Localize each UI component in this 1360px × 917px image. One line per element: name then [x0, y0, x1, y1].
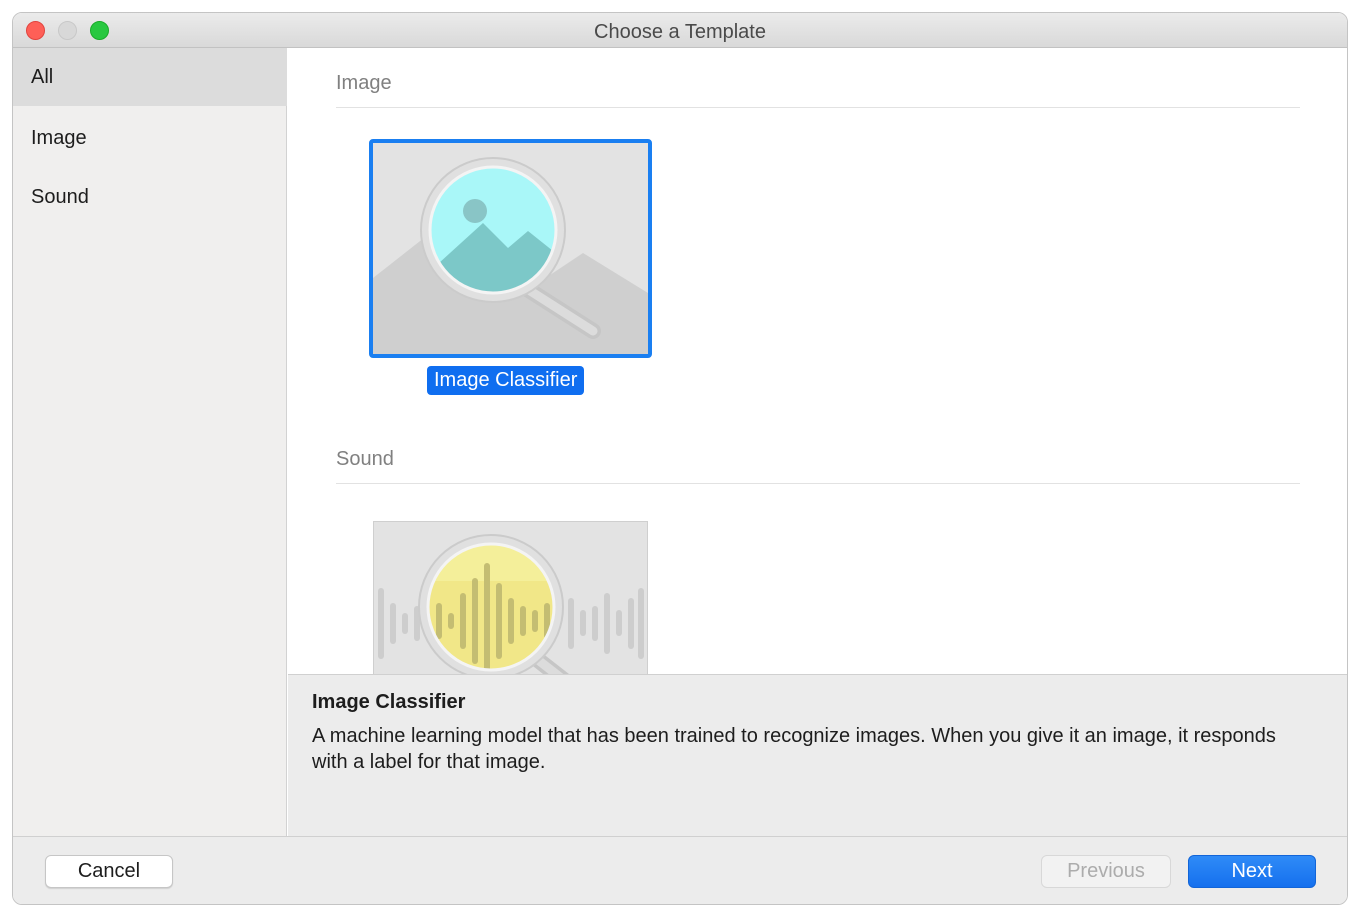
sidebar-item-image[interactable]: Image [13, 109, 287, 167]
previous-button[interactable]: Previous [1041, 855, 1171, 888]
description-text: A machine learning model that has been t… [312, 725, 1276, 773]
template-label-image-classifier[interactable]: Image Classifier [427, 366, 585, 395]
description-title: Image Classifier [312, 691, 466, 713]
section-title-image: Image [336, 72, 392, 94]
section-divider [336, 483, 1300, 484]
next-button[interactable]: Next [1188, 855, 1316, 888]
template-chooser-window: Choose a Template All Image Sound Image [12, 12, 1348, 905]
sidebar-item-all[interactable]: All [13, 48, 287, 106]
window-title: Choose a Template [594, 21, 766, 43]
template-gallery: Image Image Classifier Sound [288, 48, 1347, 674]
template-tile-image-classifier[interactable] [369, 139, 652, 358]
title-bar: Choose a Template [13, 13, 1347, 48]
sound-classifier-icon [373, 521, 648, 674]
section-divider [336, 107, 1300, 108]
sidebar-item-sound[interactable]: Sound [13, 168, 287, 226]
sidebar: All Image Sound [13, 48, 287, 836]
dialog-footer: Cancel Previous Next [13, 836, 1347, 904]
section-title-sound: Sound [336, 448, 394, 470]
template-tile-sound-classifier[interactable] [373, 521, 656, 674]
image-classifier-icon [373, 143, 648, 354]
template-description-panel: Image Classifier A machine learning mode… [288, 674, 1347, 836]
cancel-button[interactable]: Cancel [45, 855, 173, 888]
